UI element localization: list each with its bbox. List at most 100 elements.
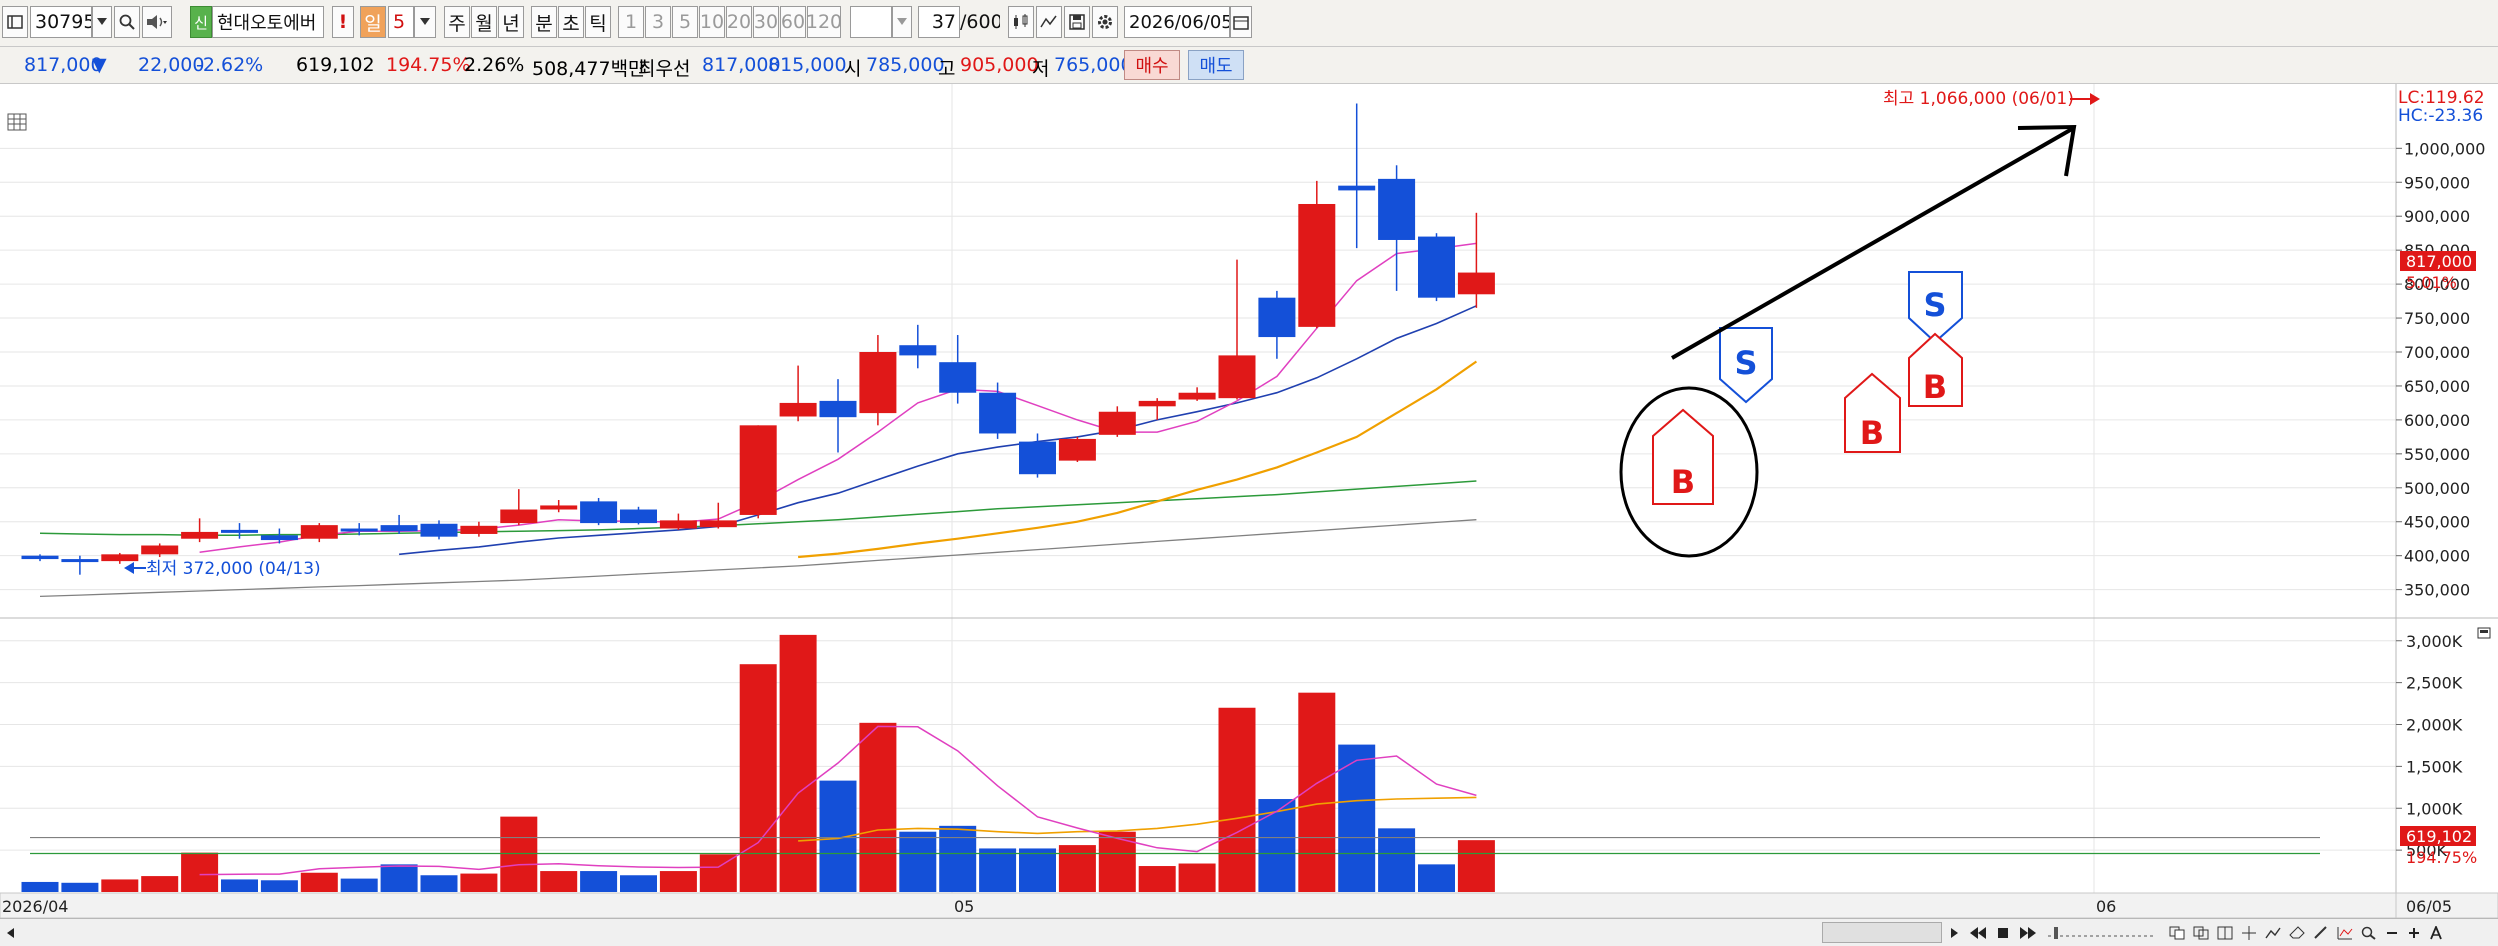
period-weekly-button[interactable]: 주: [444, 6, 470, 38]
period-tick-button[interactable]: 틱: [585, 6, 611, 38]
period-second-button[interactable]: 초: [558, 6, 584, 38]
volume-tick-label: 3,000K: [2406, 632, 2463, 651]
low-annotation: 최저 372,000 (04/13): [146, 559, 321, 579]
price-volume-chart[interactable]: 1,000,000950,000900,000850,000800,000750…: [0, 84, 2498, 918]
high-price: 905,000: [960, 54, 1039, 76]
save-icon[interactable]: [1064, 6, 1090, 38]
drawing-tool-icon[interactable]: [1036, 6, 1062, 38]
crosshair-icon[interactable]: [2238, 922, 2260, 943]
volume-bar: [221, 879, 258, 892]
price-tick-label: 450,000: [2404, 513, 2470, 532]
interval-3-button[interactable]: 3: [645, 6, 671, 38]
buy-button[interactable]: 매수: [1124, 50, 1180, 80]
pen-icon[interactable]: [2310, 922, 2332, 943]
volume-ratio: 194.75%: [386, 54, 471, 76]
interval-60-button[interactable]: 60: [780, 6, 806, 38]
period-count-dropdown-icon[interactable]: [414, 6, 436, 38]
fast-forward-icon[interactable]: [2016, 922, 2040, 943]
hc-label: HC:-23.36: [2398, 106, 2483, 126]
chart-type-icon[interactable]: [2334, 922, 2356, 943]
pane-minimize-icon[interactable]: [2477, 627, 2491, 639]
volume-tick-label: 2,000K: [2406, 716, 2463, 735]
zoom-in-icon[interactable]: [2404, 922, 2424, 943]
zoom-out-icon[interactable]: [2382, 922, 2402, 943]
font-size-icon[interactable]: [2426, 922, 2446, 943]
stop-icon[interactable]: [1992, 922, 2014, 943]
zoom-icon[interactable]: [2358, 922, 2380, 943]
scroll-track[interactable]: [22, 922, 1822, 943]
custom-interval-input[interactable]: [850, 6, 892, 38]
candle-body: [380, 525, 418, 532]
volume-tick-label: 1,000K: [2406, 799, 2463, 818]
bars-shown-input[interactable]: 37: [918, 6, 960, 38]
volume-bar: [540, 871, 578, 892]
candle-body: [1019, 441, 1056, 475]
candle-body: [141, 545, 179, 555]
volume-bar: [859, 722, 897, 892]
candle-body: [21, 555, 59, 560]
volume-tick-label: 1,500K: [2406, 757, 2463, 776]
date-tick-label: 2026/04: [2, 897, 68, 916]
scroll-right-icon[interactable]: [1946, 922, 1964, 943]
window-arrange-icon[interactable]: [2214, 922, 2236, 943]
price-tick-label: 550,000: [2404, 445, 2470, 464]
candle-body: [1138, 400, 1176, 407]
volume-bar: [1058, 845, 1096, 892]
stock-name-field[interactable]: 현대오토에버: [212, 6, 324, 38]
eraser-icon[interactable]: [2286, 922, 2308, 943]
candle-body: [659, 520, 697, 529]
table-icon[interactable]: [7, 113, 27, 131]
period-minute-button[interactable]: 분: [531, 6, 557, 38]
code-dropdown-icon[interactable]: [92, 6, 112, 38]
candle-body: [1457, 272, 1495, 295]
volume-bar: [739, 664, 777, 892]
quote-bar: 817,000 ▼ 22,000 -2.62% 619,102 194.75% …: [0, 47, 2498, 84]
candle-body: [1218, 355, 1256, 399]
volume-bar: [101, 879, 139, 892]
sell-button[interactable]: 매도: [1188, 50, 1244, 80]
gear-icon[interactable]: [1092, 6, 1118, 38]
interval-1-button[interactable]: 1: [618, 6, 644, 38]
calendar-icon[interactable]: [1230, 6, 1252, 38]
candle-body: [939, 362, 977, 393]
stock-code-input[interactable]: 307950: [30, 6, 92, 38]
rewind-icon[interactable]: [1966, 922, 1990, 943]
alert-button[interactable]: !: [332, 6, 354, 38]
interval-10-button[interactable]: 10: [699, 6, 725, 38]
period-monthly-button[interactable]: 월: [471, 6, 497, 38]
interval-20-button[interactable]: 20: [726, 6, 752, 38]
date-input[interactable]: 2026/06/05: [1124, 6, 1230, 38]
price-change: 22,000: [138, 54, 205, 76]
trendline-icon[interactable]: [2262, 922, 2284, 943]
sound-icon[interactable]: [142, 6, 172, 38]
zoom-slider[interactable]: [2046, 922, 2156, 943]
window-copy-icon[interactable]: [2190, 922, 2212, 943]
candle-body: [340, 528, 378, 532]
period-count-input[interactable]: 5: [388, 6, 414, 38]
volume-bar: [1019, 848, 1056, 892]
best-bid: 815,000: [768, 54, 847, 76]
layout-icon[interactable]: [2, 6, 28, 38]
custom-interval-dropdown-icon[interactable]: [892, 6, 912, 38]
scroll-left-icon[interactable]: [2, 922, 20, 943]
volume-bar: [260, 880, 298, 892]
candle-body: [460, 525, 498, 534]
scroll-thumb[interactable]: [1822, 922, 1942, 943]
volume-bar: [61, 882, 99, 892]
search-icon[interactable]: [114, 6, 140, 38]
period-yearly-button[interactable]: 년: [498, 6, 524, 38]
candle-style-icon[interactable]: [1008, 6, 1034, 38]
candle-body: [101, 554, 139, 562]
candle-body: [1178, 392, 1216, 400]
volume-bar: [899, 831, 937, 892]
sell-signal-label: S: [1734, 344, 1757, 382]
buy-signal-label: B: [1860, 414, 1884, 452]
interval-120-button[interactable]: 120: [807, 6, 841, 38]
price-tick-label: 600,000: [2404, 411, 2470, 430]
price-tick-label: 650,000: [2404, 377, 2470, 396]
interval-30-button[interactable]: 30: [753, 6, 779, 38]
interval-5-button[interactable]: 5: [672, 6, 698, 38]
bars-total-label: /600: [960, 11, 1000, 33]
window-split-icon[interactable]: [2166, 922, 2188, 943]
period-daily-button[interactable]: 일: [360, 6, 386, 38]
